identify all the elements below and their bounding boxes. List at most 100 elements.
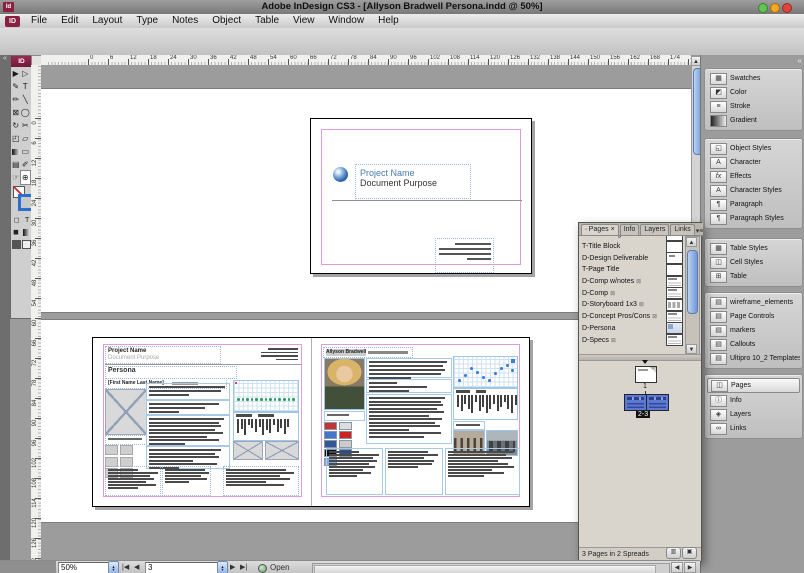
dock-item-paragraph-styles[interactable]: ¶ Paragraph Styles (707, 212, 800, 225)
master-page-row[interactable]: T-Title Block (580, 240, 685, 253)
page3-text-frame-3[interactable] (366, 394, 452, 444)
next-page-icon[interactable]: ▶ (230, 561, 235, 573)
dock-item-stroke[interactable]: ≡ Stroke (707, 100, 800, 113)
dock-item-swatches[interactable]: ▦ Swatches (707, 72, 800, 85)
left-dock-strip[interactable]: « (0, 55, 10, 560)
page2-footer-frame-2[interactable] (162, 466, 211, 496)
pen-tool[interactable]: ✎ (11, 80, 21, 93)
new-page-button[interactable]: ▥ (666, 547, 681, 559)
dock-item-character-styles[interactable]: A Character Styles (707, 184, 800, 197)
tab-layers[interactable]: Layers (640, 224, 670, 235)
title-block-frame[interactable]: Project Name Document Purpose (355, 164, 471, 199)
dock-item-page-controls[interactable]: ▤ Page Controls (707, 310, 800, 323)
dock-item-gradient[interactable]: Gradient (707, 114, 800, 127)
first-page-icon[interactable]: |◀ (122, 561, 129, 573)
page2-text-frame-1[interactable] (146, 383, 230, 400)
master-page-row[interactable]: D-Comp ⊠ (580, 287, 685, 300)
dock-item-pages[interactable]: ◫ Pages (707, 378, 800, 393)
page2-image-placeholder-3[interactable] (265, 441, 299, 460)
apply-gradient-icon[interactable] (22, 228, 30, 236)
direct-selection-tool[interactable]: ▷ (21, 67, 31, 80)
preview-mode-icon[interactable] (22, 239, 32, 249)
menu-layout[interactable]: Layout (85, 14, 129, 28)
menu-file[interactable]: File (24, 14, 54, 28)
page2-footer-frame-3[interactable] (223, 466, 299, 496)
menu-view[interactable]: View (286, 14, 322, 28)
frame-tool[interactable]: ⊠ (11, 106, 21, 119)
close-light-button[interactable] (782, 3, 792, 13)
page2-footer-frame-1[interactable] (105, 466, 161, 496)
menu-object[interactable]: Object (205, 14, 248, 28)
dock-item-effects[interactable]: fx Effects (707, 170, 800, 183)
page-number-field[interactable]: 3 (145, 562, 221, 573)
apply-color-icon[interactable]: ◼ (13, 228, 19, 236)
page-stepper[interactable]: ▲ ▼ (217, 561, 228, 573)
scale-tool[interactable]: ▱ (21, 132, 31, 145)
pencil-tool[interactable]: ✏ (11, 93, 21, 106)
page-1-label[interactable]: 1 (635, 383, 655, 390)
minimize-light-button[interactable] (758, 3, 768, 13)
spread-2-3-label[interactable]: 2-3 (636, 411, 651, 418)
master-page-row[interactable]: D-Persona (580, 322, 685, 335)
dock-item-info[interactable]: ⓘ Info (707, 394, 800, 407)
last-page-icon[interactable]: ▶| (240, 561, 247, 573)
dock-item-table-styles[interactable]: ▦ Table Styles (707, 242, 800, 255)
scroll-down-icon[interactable]: ▼ (686, 344, 697, 354)
dock-item-markers[interactable]: ▤ markers (707, 324, 800, 337)
line-tool[interactable]: ╲ (21, 93, 31, 106)
address-block-frame[interactable] (435, 238, 494, 273)
menu-window[interactable]: Window (322, 14, 372, 28)
zoom-tool[interactable]: ⊕ (19, 170, 31, 185)
page2-text-frame-3[interactable] (146, 415, 230, 446)
scissors-tool[interactable]: ✂ (21, 119, 31, 132)
dock-item-character[interactable]: A Character (707, 156, 800, 169)
tab-info[interactable]: Info (619, 224, 640, 235)
panel-menu-icon[interactable]: ▾≡ (696, 227, 706, 235)
formatting-affects-container-icon[interactable]: ◻ (14, 216, 20, 224)
selection-tool[interactable]: ▶ (11, 67, 21, 80)
zoom-stepper[interactable]: ▲ ▼ (108, 561, 119, 573)
page3-text-frame-1[interactable] (366, 358, 452, 379)
tab-links[interactable]: Links (670, 224, 695, 235)
gradient-tool[interactable] (11, 145, 21, 158)
shape-tool[interactable]: ◯ (21, 106, 31, 119)
button-tool[interactable]: ▭ (21, 145, 31, 158)
masters-scroll-thumb[interactable] (687, 250, 698, 314)
panel-divider[interactable] (579, 354, 701, 361)
rotate-tool[interactable]: ↻ (11, 119, 21, 132)
masters-scrollbar[interactable]: ▲ ▼ (685, 236, 700, 355)
dock-item-object-styles[interactable]: ◱ Object Styles (707, 142, 800, 155)
normal-view-mode-icon[interactable] (11, 239, 21, 249)
formatting-affects-text-icon[interactable]: T (25, 217, 29, 224)
dock-item-links[interactable]: ∞ Links (707, 422, 800, 435)
preflight-status-icon[interactable] (258, 564, 267, 573)
logo-sphere[interactable] (333, 167, 348, 182)
menu-table[interactable]: Table (248, 14, 286, 28)
dock-item-layers[interactable]: ◈ Layers (707, 408, 800, 421)
horizontal-scroll-thumb[interactable] (314, 565, 656, 573)
horizontal-scrollbar[interactable] (312, 563, 670, 573)
previous-page-icon[interactable]: ◀ (134, 561, 139, 573)
hand-tool[interactable]: ☞ (11, 171, 21, 184)
type-tool[interactable]: T (21, 80, 31, 93)
page-2-thumbnail[interactable] (624, 394, 647, 411)
page3-scatter-chart[interactable] (453, 356, 518, 388)
page-3-thumbnail[interactable] (646, 394, 669, 411)
page3-text-frame-2[interactable] (366, 379, 452, 393)
dock-item-table[interactable]: ⊞ Table (707, 270, 800, 283)
master-page-row[interactable]: D-Specs ⊠ (580, 334, 685, 347)
page2-dot-chart[interactable] (233, 380, 299, 412)
master-page-row[interactable]: T-Page Title (580, 263, 685, 276)
master-page-row[interactable]: D-Comp w/notes ⊠ (580, 275, 685, 288)
dock-item-callouts[interactable]: ▤ Callouts (707, 338, 800, 351)
restore-light-button[interactable] (770, 3, 780, 13)
page2-bar-chart[interactable] (233, 412, 299, 441)
page3-footer-frame-1[interactable] (326, 448, 383, 495)
page2-text-frame-2[interactable] (146, 400, 230, 415)
persona-photo[interactable] (324, 358, 365, 410)
scroll-left-icon[interactable]: ◀ (671, 562, 683, 573)
page3-footer-frame-2[interactable] (385, 448, 443, 495)
menu-notes[interactable]: Notes (165, 14, 205, 28)
tab-pages[interactable]: Pages × (581, 224, 619, 235)
dock-item-cell-styles[interactable]: ◫ Cell Styles (707, 256, 800, 269)
